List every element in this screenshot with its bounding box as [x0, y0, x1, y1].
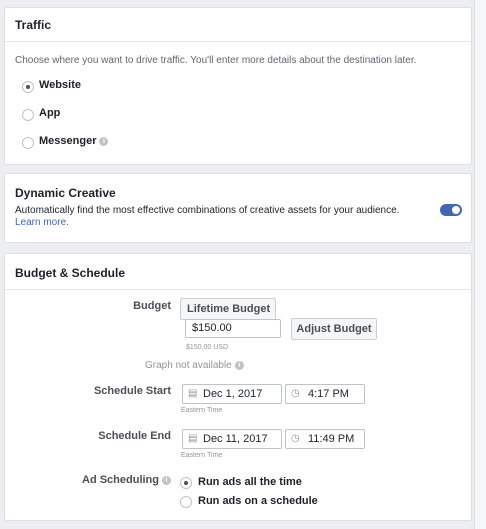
schedule-end-label: Schedule End [98, 430, 171, 442]
messenger-radio[interactable] [22, 137, 34, 149]
budget-usd-note: $150.00 USD [186, 344, 229, 351]
budget-schedule-title: Budget & Schedule [5, 254, 471, 290]
traffic-option-app[interactable]: App [22, 107, 142, 123]
graph-note: Graph not available i [145, 360, 244, 371]
budget-schedule-card: Budget & Schedule Budget Lifetime Budget… [4, 253, 472, 521]
start-time-input[interactable]: ◷ 4:17 PM [285, 384, 365, 404]
adjust-budget-button[interactable]: Adjust Budget [291, 318, 377, 340]
calendar-icon: ▤ [188, 433, 198, 444]
on-schedule-radio[interactable] [180, 496, 192, 508]
start-time-value: 4:17 PM [308, 388, 349, 400]
all-time-label: Run ads all the time [198, 476, 302, 488]
dynamic-creative-title: Dynamic Creative [15, 186, 116, 200]
end-date-value: Dec 11, 2017 [203, 433, 268, 445]
ad-scheduling-label: Ad Scheduling [82, 474, 159, 486]
graph-note-text: Graph not available [145, 360, 232, 371]
app-label: App [39, 107, 61, 119]
info-icon[interactable]: i [162, 475, 171, 485]
budget-amount-value: $150.00 [192, 322, 232, 334]
website-label: Website [39, 79, 81, 91]
start-date-value: Dec 1, 2017 [203, 388, 263, 400]
end-timezone: Eastern Time [181, 452, 223, 459]
messenger-label: Messenger [39, 135, 97, 147]
end-date-input[interactable]: ▤ Dec 11, 2017 [182, 429, 282, 449]
info-icon[interactable]: i [99, 136, 109, 146]
budget-type-dropdown[interactable]: Lifetime Budget ▲▼ [180, 298, 276, 334]
calendar-icon: ▤ [188, 388, 198, 399]
start-timezone: Eastern Time [181, 407, 223, 414]
app-radio[interactable] [22, 109, 34, 121]
traffic-description: Choose where you want to drive traffic. … [15, 55, 417, 66]
dynamic-creative-toggle[interactable] [440, 204, 462, 216]
messenger-label-wrap: Messenger i [39, 135, 109, 147]
on-schedule-label: Run ads on a schedule [198, 495, 318, 507]
budget-type-value: Lifetime Budget [187, 303, 271, 315]
info-icon[interactable]: i [234, 360, 244, 370]
budget-amount-input[interactable]: $150.00 [185, 319, 281, 338]
ad-scheduling-all-time[interactable]: Run ads all the time [180, 476, 360, 492]
end-time-value: 11:49 PM [308, 433, 355, 445]
start-date-input[interactable]: ▤ Dec 1, 2017 [182, 384, 282, 404]
dynamic-creative-card: Dynamic Creative Automatically find the … [4, 173, 472, 243]
budget-label: Budget [133, 300, 171, 312]
ad-scheduling-label-wrap: Ad Scheduling i [11, 474, 171, 486]
end-time-input[interactable]: ◷ 11:49 PM [285, 429, 365, 449]
schedule-start-label: Schedule Start [93, 385, 171, 397]
learn-more-link[interactable]: Learn more. [15, 217, 69, 228]
traffic-option-website[interactable]: Website [22, 79, 142, 95]
traffic-option-messenger[interactable]: Messenger i [22, 135, 162, 151]
right-scroll-rail [474, 0, 486, 529]
all-time-radio[interactable] [180, 477, 192, 489]
ad-scheduling-on-schedule[interactable]: Run ads on a schedule [180, 495, 360, 511]
clock-icon: ◷ [291, 433, 300, 444]
clock-icon: ◷ [291, 388, 300, 399]
website-radio[interactable] [22, 81, 34, 93]
traffic-title: Traffic [5, 8, 471, 42]
dynamic-creative-description: Automatically find the most effective co… [15, 205, 400, 216]
traffic-card: Traffic Choose where you want to drive t… [4, 7, 472, 165]
